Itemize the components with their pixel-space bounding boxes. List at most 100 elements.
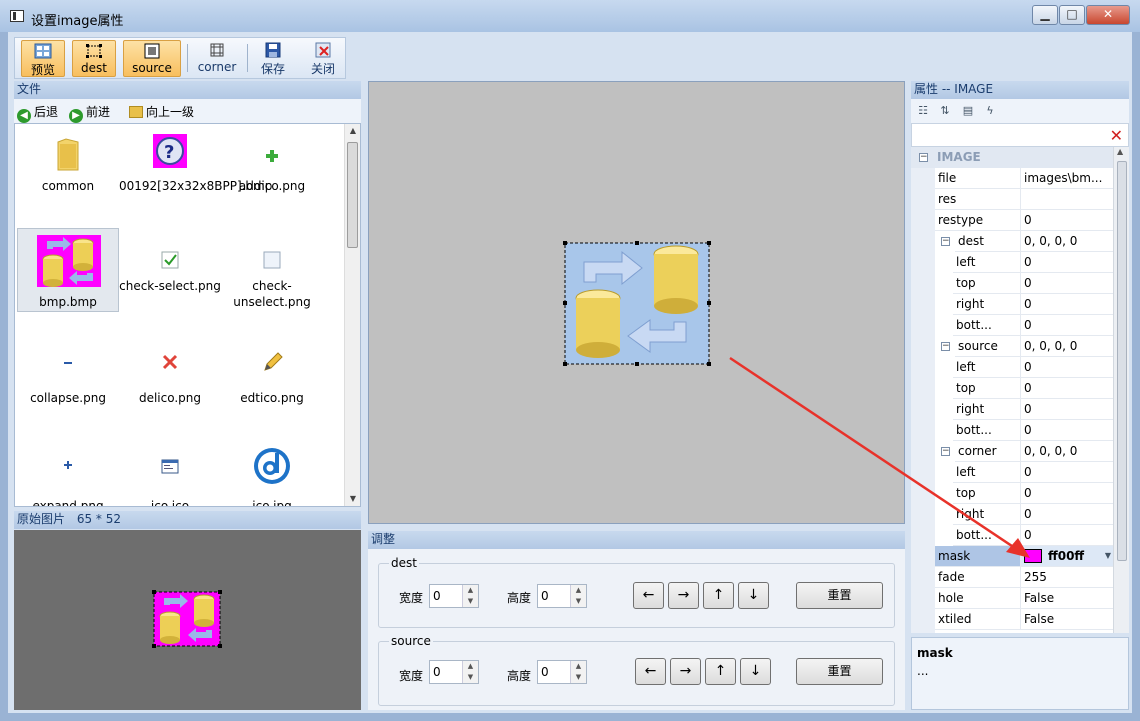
- property-row-source[interactable]: − source 0, 0, 0, 0: [911, 336, 1129, 357]
- property-row-right[interactable]: right 0: [911, 399, 1129, 420]
- scroll-thumb[interactable]: [347, 142, 358, 248]
- property-value[interactable]: 0: [1021, 504, 1113, 525]
- scroll-down-arrow-icon[interactable]: ▼: [345, 492, 360, 506]
- property-value[interactable]: ff00ff ▼: [1021, 546, 1113, 567]
- file-item-check-select[interactable]: check-select.png: [119, 238, 221, 328]
- property-value[interactable]: 0, 0, 0, 0: [1021, 441, 1113, 462]
- minimize-button[interactable]: ▁: [1032, 5, 1058, 25]
- dest-move-right-button[interactable]: →: [668, 582, 699, 609]
- file-item-edtico[interactable]: edtico.png: [221, 342, 323, 432]
- property-row-bott[interactable]: bott... 0: [911, 420, 1129, 441]
- spinner-arrows-icon[interactable]: ▲ ▼: [462, 661, 478, 683]
- image-canvas[interactable]: [368, 81, 905, 524]
- collapse-toggle-icon[interactable]: −: [941, 342, 950, 351]
- property-value[interactable]: [1021, 189, 1113, 210]
- file-item-check-unselect[interactable]: check-unselect.png: [221, 238, 323, 338]
- property-row-left[interactable]: left 0: [911, 462, 1129, 483]
- file-item-ico-ico[interactable]: ico.ico: [119, 446, 221, 506]
- save-button[interactable]: 保存: [253, 40, 293, 77]
- source-move-right-button[interactable]: →: [670, 658, 701, 685]
- property-value[interactable]: 0: [1021, 252, 1113, 273]
- property-row-top[interactable]: top 0: [911, 273, 1129, 294]
- property-value[interactable]: 0: [1021, 483, 1113, 504]
- scroll-up-arrow-icon[interactable]: ▲: [1117, 147, 1123, 156]
- scroll-up-arrow-icon[interactable]: ▲: [345, 124, 360, 138]
- dropdown-arrow-icon[interactable]: ▼: [1105, 546, 1111, 566]
- file-item-bmp-00192[interactable]: ? 00192[32x32x8BPP].bmp: [119, 134, 272, 234]
- property-value[interactable]: 0: [1021, 210, 1113, 231]
- property-row-top[interactable]: top 0: [911, 378, 1129, 399]
- property-value[interactable]: 0: [1021, 273, 1113, 294]
- file-item-bmp[interactable]: bmp.bmp: [17, 228, 119, 312]
- dest-move-left-button[interactable]: ←: [633, 582, 664, 609]
- spinner-arrows-icon[interactable]: ▲ ▼: [570, 661, 586, 683]
- dest-width-spinner[interactable]: 0 ▲ ▼: [429, 584, 479, 608]
- property-pages-icon[interactable]: ▤: [961, 104, 975, 118]
- property-value[interactable]: 0, 0, 0, 0: [1021, 231, 1113, 252]
- source-move-down-button[interactable]: ↓: [740, 658, 771, 685]
- categorized-icon[interactable]: ☷: [916, 104, 930, 118]
- source-height-spinner[interactable]: 0 ▲ ▼: [537, 660, 587, 684]
- property-value[interactable]: 0: [1021, 294, 1113, 315]
- property-row-left[interactable]: left 0: [911, 252, 1129, 273]
- property-value[interactable]: 0, 0, 0, 0: [1021, 336, 1113, 357]
- source-reset-button[interactable]: 重置: [796, 658, 883, 685]
- dest-button[interactable]: dest: [72, 40, 116, 77]
- dest-height-spinner[interactable]: 0 ▲ ▼: [537, 584, 587, 608]
- file-item-delico[interactable]: delico.png: [119, 342, 221, 432]
- source-move-left-button[interactable]: ←: [635, 658, 666, 685]
- property-row-bott[interactable]: bott... 0: [911, 525, 1129, 546]
- property-row-left[interactable]: left 0: [911, 357, 1129, 378]
- sort-alpha-icon[interactable]: ⇅: [938, 104, 952, 118]
- close-button[interactable]: 关闭: [303, 40, 343, 77]
- spinner-arrows-icon[interactable]: ▲ ▼: [570, 585, 586, 607]
- property-row-res[interactable]: res: [911, 189, 1129, 210]
- source-move-up-button[interactable]: ↑: [705, 658, 736, 685]
- property-row-bott[interactable]: bott... 0: [911, 315, 1129, 336]
- dest-reset-button[interactable]: 重置: [796, 582, 883, 609]
- property-row-dest[interactable]: − dest 0, 0, 0, 0: [911, 231, 1129, 252]
- property-value[interactable]: 255: [1021, 567, 1113, 588]
- property-row-right[interactable]: right 0: [911, 294, 1129, 315]
- property-value[interactable]: False: [1021, 588, 1113, 609]
- back-button[interactable]: ◀ 后退: [17, 103, 58, 123]
- clear-filter-icon[interactable]: ✕: [1110, 126, 1123, 145]
- source-width-spinner[interactable]: 0 ▲ ▼: [429, 660, 479, 684]
- maximize-button[interactable]: □: [1059, 5, 1085, 25]
- file-list-scrollbar[interactable]: ▲ ▼: [344, 124, 360, 506]
- property-value[interactable]: 0: [1021, 399, 1113, 420]
- up-level-button[interactable]: 向上一级: [129, 103, 194, 120]
- property-row-mask[interactable]: mask ff00ff ▼: [911, 546, 1129, 567]
- collapse-toggle-icon[interactable]: −: [919, 153, 928, 162]
- close-window-button[interactable]: ✕: [1086, 5, 1130, 25]
- forward-button[interactable]: ▶ 前进: [69, 103, 110, 123]
- property-value[interactable]: 0: [1021, 525, 1113, 546]
- property-row-hole[interactable]: hole False: [911, 588, 1129, 609]
- property-value[interactable]: 0: [1021, 357, 1113, 378]
- property-value[interactable]: images\bm...: [1021, 168, 1113, 189]
- property-value[interactable]: 0: [1021, 462, 1113, 483]
- property-row-xtiled[interactable]: xtiled False: [911, 609, 1129, 630]
- property-value[interactable]: 0: [1021, 378, 1113, 399]
- file-item-ico-jpg[interactable]: ico.jpg: [221, 446, 323, 506]
- property-row-top[interactable]: top 0: [911, 483, 1129, 504]
- file-item-collapse[interactable]: collapse.png: [17, 342, 119, 432]
- property-row-fade[interactable]: fade 255: [911, 567, 1129, 588]
- preview-button[interactable]: 预览: [21, 40, 65, 77]
- file-item-common[interactable]: common: [17, 134, 119, 224]
- collapse-toggle-icon[interactable]: −: [941, 447, 950, 456]
- property-row-corner[interactable]: − corner 0, 0, 0, 0: [911, 441, 1129, 462]
- events-icon[interactable]: ϟ: [983, 104, 997, 118]
- dest-move-down-button[interactable]: ↓: [738, 582, 769, 609]
- source-button[interactable]: source: [123, 40, 181, 77]
- file-item-addico[interactable]: addico.png: [221, 134, 323, 224]
- property-value[interactable]: 0: [1021, 420, 1113, 441]
- file-item-expand[interactable]: expand.png: [17, 446, 119, 506]
- collapse-toggle-icon[interactable]: −: [941, 237, 950, 246]
- property-value[interactable]: 0: [1021, 315, 1113, 336]
- canvas-image[interactable]: [562, 240, 712, 368]
- spinner-arrows-icon[interactable]: ▲ ▼: [462, 585, 478, 607]
- corner-button[interactable]: corner: [195, 40, 239, 77]
- dest-move-up-button[interactable]: ↑: [703, 582, 734, 609]
- property-row-right[interactable]: right 0: [911, 504, 1129, 525]
